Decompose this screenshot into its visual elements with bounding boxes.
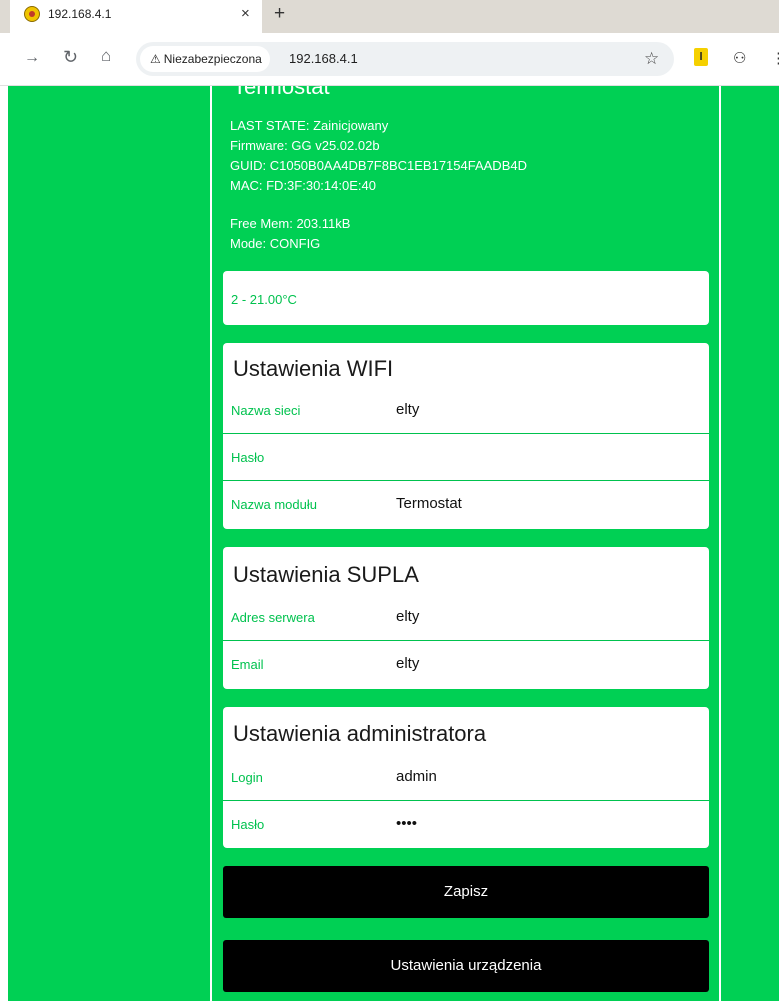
wifi-ssid-input[interactable]: elty (396, 401, 419, 418)
tab-bar: 192.168.4.1 × + (0, 0, 779, 33)
browser-toolbar: → ↻ ⌂ ⚠ Niezabezpieczona 192.168.4.1 ☆ l … (0, 33, 779, 86)
reload-icon[interactable]: ↻ (63, 47, 78, 68)
left-border (0, 86, 8, 1001)
address-bar[interactable]: ⚠ Niezabezpieczona 192.168.4.1 ☆ (136, 42, 674, 76)
free-mem-text: Free Mem: 203.11kB (230, 216, 351, 231)
url-text[interactable]: 192.168.4.1 (289, 51, 358, 66)
server-address-label: Adres serwera (231, 610, 315, 625)
email-row[interactable]: Email elty (223, 641, 709, 687)
module-name-input[interactable]: Termostat (396, 495, 462, 512)
email-input[interactable]: elty (396, 655, 419, 672)
extensions-puzzle-icon[interactable]: ⚇ (733, 49, 746, 67)
wifi-password-row[interactable]: Hasło (223, 434, 709, 481)
email-label: Email (231, 657, 264, 672)
extension-icon[interactable]: l (694, 48, 708, 66)
guid-text: GUID: C1050B0AA4DB7F8BC1EB17154FAADB4D (230, 158, 527, 173)
admin-password-input[interactable]: •••• (396, 815, 417, 832)
save-button[interactable]: Zapisz (223, 866, 709, 918)
menu-icon[interactable]: ⋮ (771, 49, 779, 67)
admin-password-row[interactable]: Hasło •••• (223, 801, 709, 847)
admin-settings-card: Ustawienia administratora Login admin Ha… (223, 707, 709, 848)
security-label: Niezabezpieczona (163, 52, 262, 66)
admin-section-title: Ustawienia administratora (233, 721, 487, 746)
browser-tab[interactable]: 192.168.4.1 × (10, 0, 262, 33)
close-tab-icon[interactable]: × (241, 5, 250, 22)
site-favicon-icon (24, 6, 40, 22)
sensor-card: 2 - 21.00°C (223, 271, 709, 325)
tab-title: 192.168.4.1 (48, 7, 112, 21)
sensor-reading: 2 - 21.00°C (231, 292, 297, 307)
security-chip[interactable]: ⚠ Niezabezpieczona (140, 46, 270, 72)
new-tab-button[interactable]: + (274, 3, 285, 25)
server-address-row[interactable]: Adres serwera elty (223, 594, 709, 641)
device-settings-button[interactable]: Ustawienia urządzenia (223, 940, 709, 992)
server-address-input[interactable]: elty (396, 608, 419, 625)
admin-password-label: Hasło (231, 817, 265, 832)
wifi-settings-card: Ustawienia WIFI Nazwa sieci elty Hasło N… (223, 343, 709, 529)
firmware-text: Firmware: GG v25.02.02b (230, 138, 380, 153)
bookmark-star-icon[interactable]: ☆ (644, 49, 659, 69)
column-border-right (719, 86, 721, 1001)
last-state-text: LAST STATE: Zainicjowany (230, 118, 389, 133)
page-content: Termostat LAST STATE: Zainicjowany Firmw… (0, 86, 779, 1001)
login-row[interactable]: Login admin (223, 754, 709, 801)
module-name-row[interactable]: Nazwa modułu Termostat (223, 481, 709, 527)
login-input[interactable]: admin (396, 768, 437, 785)
home-icon[interactable]: ⌂ (101, 46, 111, 66)
warning-icon: ⚠ (150, 52, 161, 66)
mode-text: Mode: CONFIG (230, 236, 321, 251)
forward-icon[interactable]: → (24, 49, 40, 67)
mac-text: MAC: FD:3F:30:14:0E:40 (230, 178, 376, 193)
device-title: Termostat (233, 86, 330, 99)
wifi-ssid-label: Nazwa sieci (231, 403, 301, 418)
supla-section-title: Ustawienia SUPLA (233, 562, 419, 587)
supla-settings-card: Ustawienia SUPLA Adres serwera elty Emai… (223, 547, 709, 689)
wifi-section-title: Ustawienia WIFI (233, 356, 394, 381)
login-label: Login (231, 770, 263, 785)
wifi-password-label: Hasło (231, 450, 265, 465)
column-border-left (210, 86, 212, 1001)
wifi-ssid-row[interactable]: Nazwa sieci elty (223, 387, 709, 434)
module-name-label: Nazwa modułu (231, 497, 317, 512)
